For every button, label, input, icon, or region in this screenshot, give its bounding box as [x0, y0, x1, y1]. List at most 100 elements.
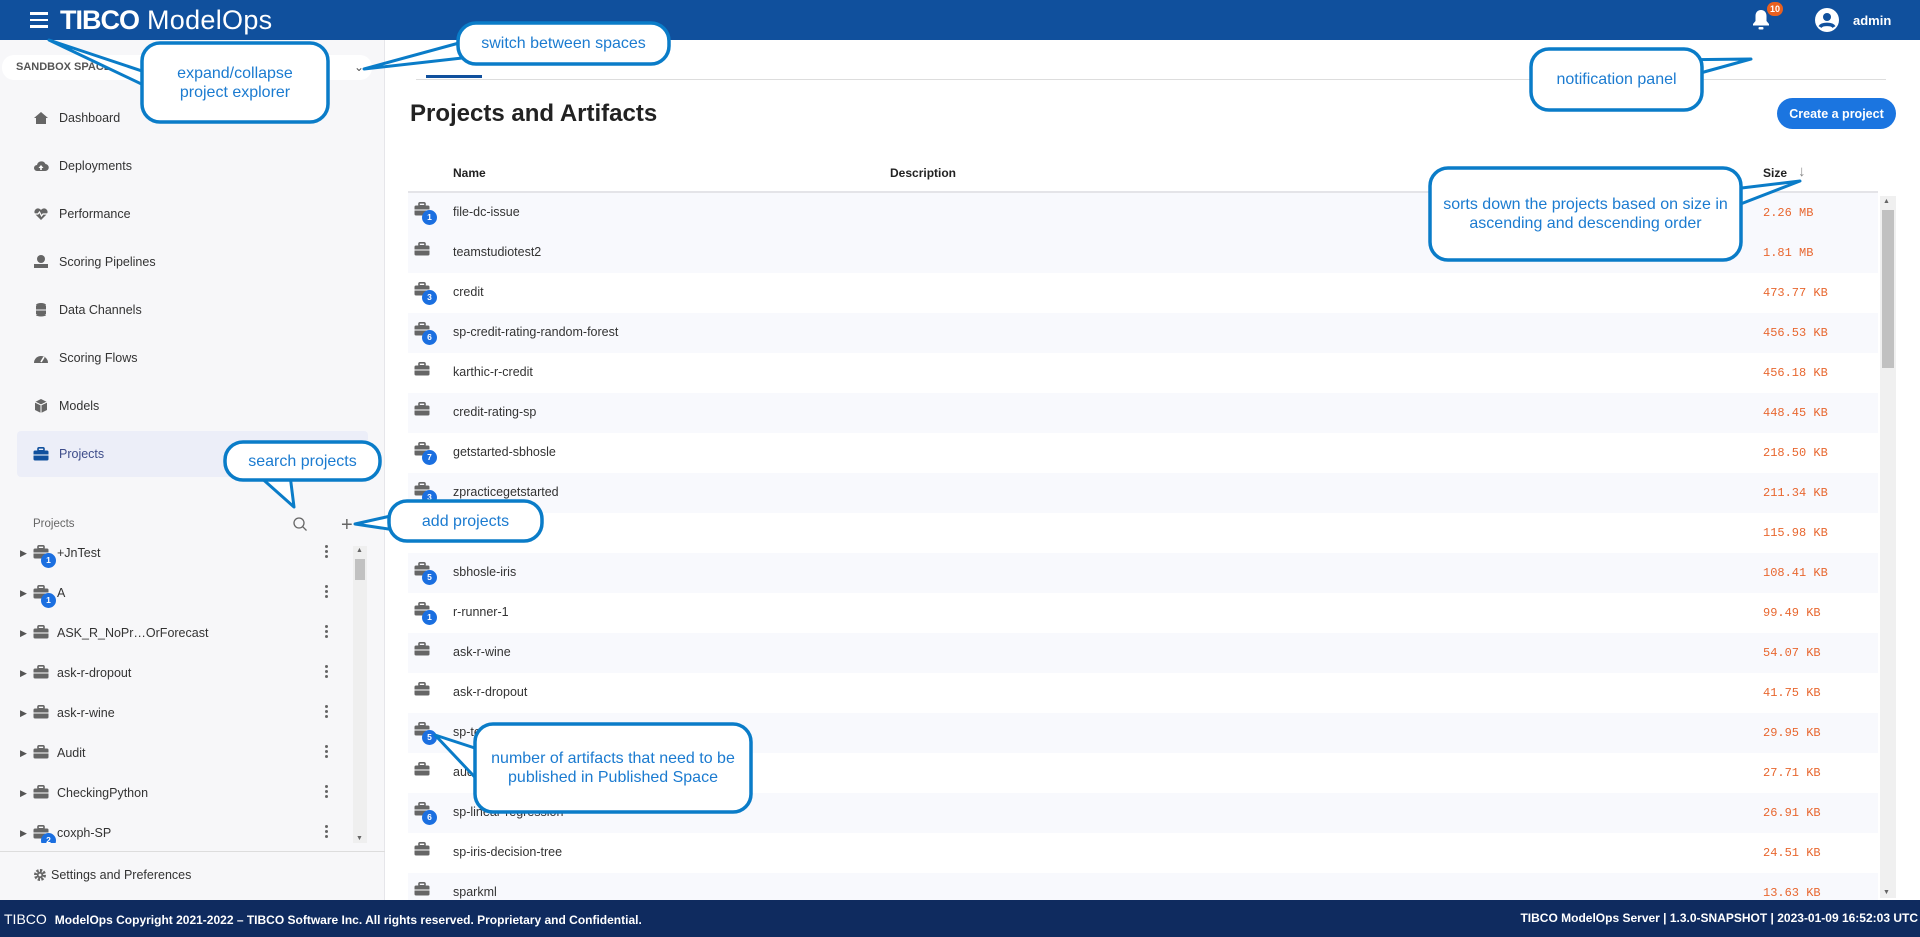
table-scrollbar[interactable]: ▲ ▼ — [1880, 196, 1896, 898]
more-options-icon[interactable] — [325, 785, 329, 800]
more-options-icon[interactable] — [325, 625, 329, 640]
tree-item[interactable]: ▶ 1 A — [20, 573, 340, 613]
table-row[interactable]: ask-r-wine 54.07 KB — [408, 633, 1878, 673]
app-logo: TIBCO ModelOps — [60, 5, 272, 36]
project-name[interactable]: audit — [453, 765, 480, 779]
sidebar-item-label: Deployments — [59, 159, 132, 173]
sidebar-item-models[interactable]: Models — [17, 383, 368, 429]
tree-scrollbar[interactable]: ▲ ▼ — [353, 546, 367, 843]
table-row[interactable]: sp-iris-decision-tree 24.51 KB — [408, 833, 1878, 873]
project-size: 54.07 KB — [1763, 646, 1821, 660]
sidebar-item-scoring-flows[interactable]: Scoring Flows — [17, 335, 368, 381]
more-options-icon[interactable] — [325, 745, 329, 760]
table-row[interactable]: 6 sp-credit-rating-random-forest 456.53 … — [408, 313, 1878, 353]
pipeline-icon — [33, 254, 59, 270]
more-options-icon[interactable] — [325, 705, 329, 720]
menu-icon[interactable] — [30, 12, 48, 28]
project-size: 13.63 KB — [1763, 886, 1821, 900]
briefcase-icon — [414, 682, 438, 704]
project-name[interactable]: sp-test — [453, 725, 491, 739]
expand-arrow-icon[interactable]: ▶ — [20, 588, 33, 599]
project-name[interactable]: ask-r-wine — [453, 645, 511, 659]
tree-item[interactable]: ▶ ask-r-wine — [20, 693, 340, 733]
briefcase-icon — [414, 882, 438, 900]
tree-item[interactable]: ▶ CheckingPython — [20, 773, 340, 813]
tree-item[interactable]: ▶ ASK_R_NoPr…OrForecast — [20, 613, 340, 653]
project-name[interactable]: sparkml — [453, 885, 497, 899]
column-header-description[interactable]: Description — [890, 166, 956, 180]
callout-search: search projects — [248, 452, 357, 470]
tree-item-label: A — [57, 586, 66, 600]
expand-arrow-icon[interactable]: ▶ — [20, 668, 33, 679]
project-name[interactable]: sp-iris-decision-tree — [453, 845, 562, 859]
project-name[interactable]: teamstudiotest2 — [453, 245, 541, 259]
project-size: 456.18 KB — [1763, 366, 1828, 380]
sidebar-item-scoring-pipelines[interactable]: Scoring Pipelines — [17, 239, 368, 285]
project-name[interactable]: credit — [453, 285, 484, 299]
project-name[interactable]: sp-credit-rating-random-forest — [453, 325, 618, 339]
table-row[interactable]: 3 credit 473.77 KB — [408, 273, 1878, 313]
copyright-text: ModelOps Copyright 2021-2022 – TIBCO Sof… — [54, 913, 642, 927]
table-row[interactable]: sparkml 13.63 KB — [408, 873, 1878, 900]
callout-artifacts: number of artifacts that need to be publ… — [491, 750, 735, 786]
chevron-down-icon[interactable]: ⌄ — [354, 60, 364, 74]
expand-arrow-icon[interactable]: ▶ — [20, 548, 33, 559]
project-size: 41.75 KB — [1763, 686, 1821, 700]
column-header-name[interactable]: Name — [453, 166, 486, 180]
project-name[interactable]: zpracticegetstarted — [453, 485, 559, 499]
tree-item[interactable]: ▶ 1 +JnTest — [20, 533, 340, 573]
briefcase-icon: 5 — [414, 722, 438, 745]
project-name[interactable]: r-runner-1 — [453, 605, 509, 619]
user-avatar-icon[interactable] — [1815, 8, 1839, 32]
table-row[interactable]: ask-r-dropout 41.75 KB — [408, 673, 1878, 713]
more-options-icon[interactable] — [325, 585, 329, 600]
expand-arrow-icon[interactable]: ▶ — [20, 748, 33, 759]
project-name[interactable]: sbhosle-iris — [453, 565, 516, 579]
table-row[interactable]: 5 sbhosle-iris 108.41 KB — [408, 553, 1878, 593]
home-icon — [33, 110, 59, 126]
sidebar-item-label: Scoring Pipelines — [59, 255, 156, 269]
more-options-icon[interactable] — [325, 545, 329, 560]
table-row[interactable]: credit-rating-sp 448.45 KB — [408, 393, 1878, 433]
project-name[interactable]: getstarted-sbhosle — [453, 445, 556, 459]
sidebar-item-data-channels[interactable]: Data Channels — [17, 287, 368, 333]
user-name[interactable]: admin — [1853, 13, 1891, 28]
table-row[interactable]: 7 getstarted-sbhosle 218.50 KB — [408, 433, 1878, 473]
tree-item[interactable]: ▶ Audit — [20, 733, 340, 773]
sidebar-item-performance[interactable]: Performance — [17, 191, 368, 237]
column-header-size[interactable]: Size — [1763, 166, 1787, 180]
expand-arrow-icon[interactable]: ▶ — [20, 828, 33, 839]
briefcase-icon — [33, 705, 55, 721]
project-name[interactable]: karthic-r-credit — [453, 365, 533, 379]
expand-arrow-icon[interactable]: ▶ — [20, 788, 33, 799]
project-name[interactable]: ask-r-dropout — [453, 685, 527, 699]
search-icon[interactable] — [292, 516, 308, 532]
more-options-icon[interactable] — [325, 665, 329, 680]
expand-arrow-icon[interactable]: ▶ — [20, 708, 33, 719]
table-row[interactable]: test-sbhosle 115.98 KB — [408, 513, 1878, 553]
artifact-count-badge: 6 — [422, 810, 437, 825]
sort-descending-icon[interactable]: ↓ — [1798, 163, 1806, 180]
create-project-button[interactable]: Create a project — [1777, 98, 1896, 129]
settings-link[interactable]: Settings and Preferences — [33, 868, 191, 882]
brand-name: TIBCO — [60, 5, 140, 35]
sidebar-item-deployments[interactable]: Deployments — [17, 143, 368, 189]
briefcase-icon — [446, 44, 462, 59]
database-icon — [33, 302, 59, 318]
table-row[interactable]: karthic-r-credit 456.18 KB — [408, 353, 1878, 393]
project-name[interactable]: file-dc-issue — [453, 205, 520, 219]
project-name[interactable]: credit-rating-sp — [453, 405, 536, 419]
tree-item[interactable]: ▶ ask-r-dropout — [20, 653, 340, 693]
top-bar: TIBCO ModelOps 10 admin — [0, 0, 1920, 40]
briefcase-icon — [414, 362, 438, 384]
briefcase-icon: 1 — [33, 545, 56, 568]
table-row[interactable]: 1 r-runner-1 99.49 KB — [408, 593, 1878, 633]
expand-arrow-icon[interactable]: ▶ — [20, 628, 33, 639]
artifact-count-badge: 5 — [422, 730, 437, 745]
more-options-icon[interactable] — [325, 825, 329, 840]
table-row[interactable]: 3 zpracticegetstarted 211.34 KB — [408, 473, 1878, 513]
sidebar-item-label: Performance — [59, 207, 131, 221]
callout-sort: sorts down the projects based on size in… — [1443, 196, 1728, 232]
gauge-icon — [33, 350, 59, 366]
tree-item[interactable]: ▶ 2 coxph-SP — [20, 813, 340, 843]
